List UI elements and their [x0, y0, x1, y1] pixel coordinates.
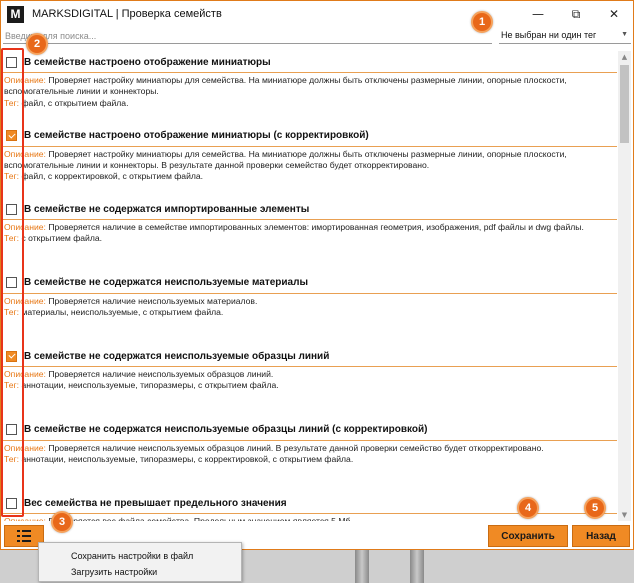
check-item-details: Описание: Проверяется наличие неиспользу…	[4, 296, 612, 319]
divider	[3, 439, 617, 441]
list-menu-icon	[17, 530, 31, 542]
divider	[3, 72, 617, 73]
check-item-title: В семействе не содержатся импортированны…	[24, 203, 310, 215]
check-item-tag: материалы, неиспользуемые, с открытием ф…	[21, 306, 224, 317]
check-item-title: В семействе не содержатся неиспользуемые…	[24, 350, 330, 362]
check-item-description: Проверяет настройку миниатюры для семейс…	[4, 148, 567, 170]
window-title: MARKSDIGITAL | Проверка семейств	[32, 8, 222, 20]
search-input[interactable]	[3, 28, 492, 44]
callout-badge-2: 2	[26, 33, 48, 55]
check-item-title: В семействе настроено отображение миниат…	[24, 56, 271, 68]
save-button[interactable]: Сохранить	[488, 525, 568, 547]
check-item-title: В семействе настроено отображение миниат…	[24, 130, 369, 141]
divider	[3, 145, 617, 147]
divider	[3, 366, 617, 367]
check-item-tag: с открытием файла.	[21, 233, 103, 244]
menu-item-save-settings[interactable]: Сохранить настройки в файл	[39, 548, 241, 564]
close-icon[interactable]: ✕	[595, 1, 633, 27]
check-item-description: Проверяется наличие неиспользуемых образ…	[48, 442, 544, 453]
title-bar: M MARKSDIGITAL | Проверка семейств — ⧉ ✕	[1, 1, 633, 27]
search-row: Не выбран ни один тег ▼	[3, 28, 631, 44]
back-button[interactable]: Назад	[572, 525, 630, 547]
check-item-tag: файл, с корректировкой, с открытием файл…	[21, 171, 204, 182]
callout-badge-4: 4	[517, 497, 539, 519]
check-item-description: Проверяется наличие неиспользуемых матер…	[48, 295, 258, 306]
checkbox-column-highlight	[1, 48, 24, 517]
check-item-description: Проверяет настройку миниатюры для семейс…	[4, 75, 567, 97]
check-item-header: В семействе настроено отображение миниат…	[3, 55, 271, 69]
scroll-thumb[interactable]	[620, 65, 629, 143]
callout-badge-5: 5	[584, 497, 606, 519]
settings-popup-menu: Сохранить настройки в файл Загрузить нас…	[38, 542, 242, 582]
divider	[3, 219, 617, 220]
check-item: В семействе не содержатся неиспользуемые…	[3, 272, 617, 346]
app-logo: M	[7, 5, 24, 23]
check-item-header: В семействе не содержатся неиспользуемые…	[3, 276, 308, 290]
check-item-header: В семействе настроено отображение миниат…	[3, 129, 369, 143]
check-item-details: Описание: Проверяется наличие неиспользу…	[4, 443, 612, 466]
check-item: В семействе не содержатся импортированны…	[3, 198, 617, 272]
checks-list: В семействе настроено отображение миниат…	[3, 51, 617, 521]
window-controls: — ⧉ ✕	[519, 1, 633, 27]
background-post	[355, 548, 369, 583]
minimize-icon[interactable]: —	[519, 1, 557, 27]
menu-item-load-settings[interactable]: Загрузить настройки	[39, 564, 241, 580]
divider	[3, 292, 617, 294]
callout-badge-3: 3	[51, 511, 73, 533]
check-item-title: В семействе не содержатся неиспользуемые…	[24, 424, 428, 435]
check-item: В семействе настроено отображение миниат…	[3, 125, 617, 199]
check-item-header: В семействе не содержатся импортированны…	[3, 202, 309, 216]
check-item-details: Описание: Проверяется наличие в семейств…	[4, 222, 612, 245]
scrollbar[interactable]: ▲ ▼	[618, 51, 631, 521]
tag-filter-value: Не выбран ни один тег	[501, 30, 597, 40]
check-item-tag: аннотации, неиспользуемые, типоразмеры, …	[21, 453, 354, 464]
check-item-description: Проверяется наличие в семействе импортир…	[48, 222, 584, 232]
check-item-tag: файл, с открытием файла.	[21, 97, 129, 108]
chevron-down-icon: ▼	[621, 31, 628, 38]
check-item-details: Описание: Проверяет настройку миниатюры …	[4, 75, 612, 109]
check-item: В семействе не содержатся неиспользуемые…	[3, 345, 617, 419]
check-item-details: Описание: Проверяет настройку миниатюры …	[4, 149, 612, 183]
scroll-down-icon[interactable]: ▼	[618, 509, 631, 521]
check-item-header: Вес семейства не превышает предельного з…	[3, 496, 287, 510]
background-post	[410, 548, 424, 583]
check-item-description: Проверяется наличие неиспользуемых образ…	[48, 369, 274, 379]
check-item-title: Вес семейства не превышает предельного з…	[24, 497, 287, 509]
check-item: В семействе не содержатся неиспользуемые…	[3, 419, 617, 493]
check-item-header: В семействе не содержатся неиспользуемые…	[3, 349, 329, 363]
check-item-details: Описание: Проверяется наличие неиспользу…	[4, 369, 612, 392]
check-item-header: В семействе не содержатся неиспользуемые…	[3, 423, 427, 437]
check-item-tag: аннотации, неиспользуемые, типоразмеры, …	[21, 380, 279, 391]
tag-filter-select[interactable]: Не выбран ни один тег ▼	[499, 28, 631, 44]
scroll-up-icon[interactable]: ▲	[618, 51, 631, 63]
callout-badge-1: 1	[471, 11, 493, 33]
maximize-icon[interactable]: ⧉	[557, 1, 595, 27]
check-item-title: В семействе не содержатся неиспользуемые…	[24, 277, 308, 288]
check-item: В семействе настроено отображение миниат…	[3, 51, 617, 125]
check-families-window: M MARKSDIGITAL | Проверка семейств — ⧉ ✕…	[0, 0, 634, 550]
